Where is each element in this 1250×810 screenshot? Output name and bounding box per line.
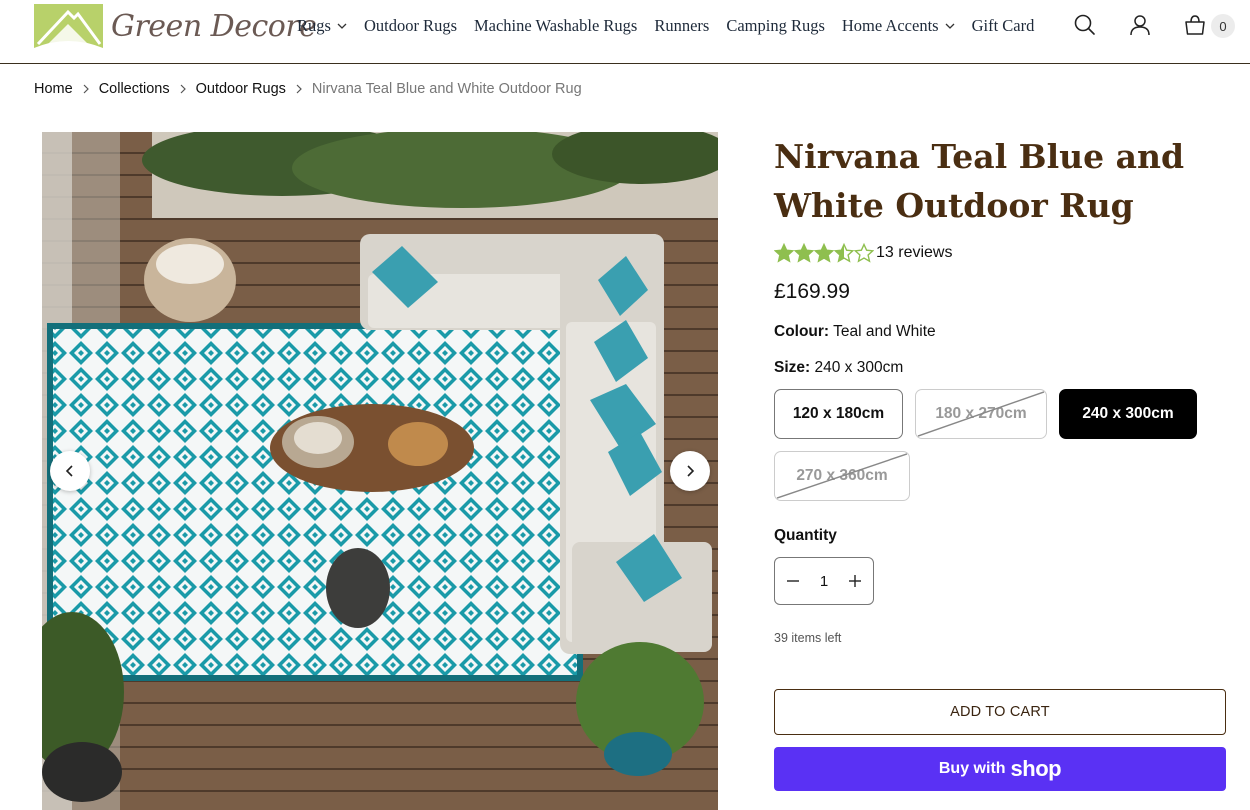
house-roof-logo-icon bbox=[34, 4, 103, 48]
nav-item-rugs[interactable]: Rugs bbox=[297, 16, 347, 36]
size-button-label: 270 x 360cm bbox=[796, 467, 888, 484]
nav-item-home-accents[interactable]: Home Accents bbox=[842, 16, 955, 36]
minus-icon[interactable] bbox=[785, 573, 801, 589]
chevron-right-icon bbox=[83, 84, 89, 94]
next-image-button[interactable] bbox=[670, 451, 710, 491]
size-option: Size: 240 x 300cm bbox=[774, 359, 903, 377]
nav-item-machine-washable-rugs[interactable]: Machine Washable Rugs bbox=[474, 16, 637, 36]
product-price: £169.99 bbox=[774, 280, 850, 303]
product-title: Nirvana Teal Blue and White Outdoor Rug bbox=[774, 137, 1185, 225]
nav-item-label: Rugs bbox=[297, 16, 331, 35]
size-value: 240 x 300cm bbox=[814, 359, 904, 376]
main-nav: Rugs Outdoor Rugs Machine Washable Rugs … bbox=[297, 0, 1051, 52]
nav-item-outdoor-rugs[interactable]: Outdoor Rugs bbox=[364, 16, 457, 36]
quantity-stepper bbox=[774, 557, 874, 605]
logo[interactable]: Green Decore bbox=[34, 4, 317, 48]
chevron-right-icon bbox=[296, 84, 302, 94]
quantity-input[interactable] bbox=[809, 572, 839, 590]
colour-value: Teal and White bbox=[833, 323, 936, 340]
nav-item-camping-rugs[interactable]: Camping Rugs bbox=[726, 16, 825, 36]
breadcrumb: Home Collections Outdoor Rugs Nirvana Te… bbox=[34, 79, 582, 99]
size-button-180x270[interactable]: 180 x 270cm bbox=[915, 389, 1047, 439]
chevron-right-icon bbox=[687, 465, 695, 477]
colour-option: Colour: Teal and White bbox=[774, 323, 936, 341]
size-label: Size: bbox=[774, 359, 811, 376]
nav-item-label: Gift Card bbox=[971, 16, 1035, 35]
nav-item-label: Camping Rugs bbox=[726, 16, 825, 35]
quantity-label: Quantity bbox=[774, 527, 837, 544]
size-button-240x300[interactable]: 240 x 300cm bbox=[1059, 389, 1197, 439]
breadcrumb-outdoor-rugs[interactable]: Outdoor Rugs bbox=[196, 81, 286, 97]
nav-item-label: Runners bbox=[654, 16, 710, 35]
nav-item-label: Machine Washable Rugs bbox=[473, 16, 638, 35]
reviews-link[interactable]: 13 reviews bbox=[876, 244, 952, 262]
shop-pay-logo: shop bbox=[1010, 756, 1062, 781]
cart-count-badge[interactable]: 0 bbox=[1211, 14, 1235, 38]
size-button-120x180[interactable]: 120 x 180cm bbox=[774, 389, 903, 439]
star-full-icon bbox=[814, 243, 834, 263]
breadcrumb-current: Nirvana Teal Blue and White Outdoor Rug bbox=[311, 81, 582, 97]
star-full-icon bbox=[794, 243, 814, 263]
buy-with-shop-button[interactable]: Buy with shop bbox=[774, 747, 1226, 791]
plus-icon[interactable] bbox=[847, 573, 863, 589]
colour-label: Colour: bbox=[774, 323, 830, 340]
breadcrumb-collections[interactable]: Collections bbox=[99, 81, 170, 97]
size-button-label: 120 x 180cm bbox=[792, 405, 885, 422]
previous-image-button[interactable] bbox=[50, 451, 90, 491]
nav-item-label: Outdoor Rugs bbox=[363, 16, 457, 35]
product-image[interactable] bbox=[42, 132, 718, 810]
site-header: Green Decore Rugs Outdoor Rugs Machine W… bbox=[0, 0, 1250, 64]
add-to-cart-button[interactable]: ADD TO CART bbox=[774, 689, 1226, 735]
size-button-270x360[interactable]: 270 x 360cm bbox=[774, 451, 910, 501]
size-button-label: 240 x 300cm bbox=[1082, 405, 1174, 422]
cart-icon[interactable] bbox=[1182, 12, 1208, 38]
buy-with-label: Buy with bbox=[938, 760, 1006, 777]
product-rating[interactable]: 13 reviews bbox=[774, 242, 952, 264]
chevron-down-icon bbox=[337, 23, 347, 29]
nav-item-gift-card[interactable]: Gift Card bbox=[972, 16, 1035, 36]
brand-name: Green Decore bbox=[111, 8, 317, 44]
star-half-icon bbox=[834, 243, 854, 263]
breadcrumb-home[interactable]: Home bbox=[34, 81, 73, 97]
star-full-icon bbox=[774, 243, 794, 263]
chevron-down-icon bbox=[945, 23, 955, 29]
search-icon[interactable] bbox=[1072, 12, 1098, 38]
nav-item-label: Home Accents bbox=[841, 16, 939, 35]
star-empty-icon bbox=[854, 243, 874, 263]
chevron-right-icon bbox=[180, 84, 186, 94]
stock-text: 39 items left bbox=[774, 631, 842, 645]
product-photo bbox=[42, 132, 718, 810]
nav-item-runners[interactable]: Runners bbox=[654, 16, 709, 36]
chevron-left-icon bbox=[65, 465, 73, 477]
size-button-label: 180 x 270cm bbox=[935, 405, 1027, 422]
rating-stars bbox=[774, 243, 874, 263]
account-icon[interactable] bbox=[1127, 12, 1153, 38]
